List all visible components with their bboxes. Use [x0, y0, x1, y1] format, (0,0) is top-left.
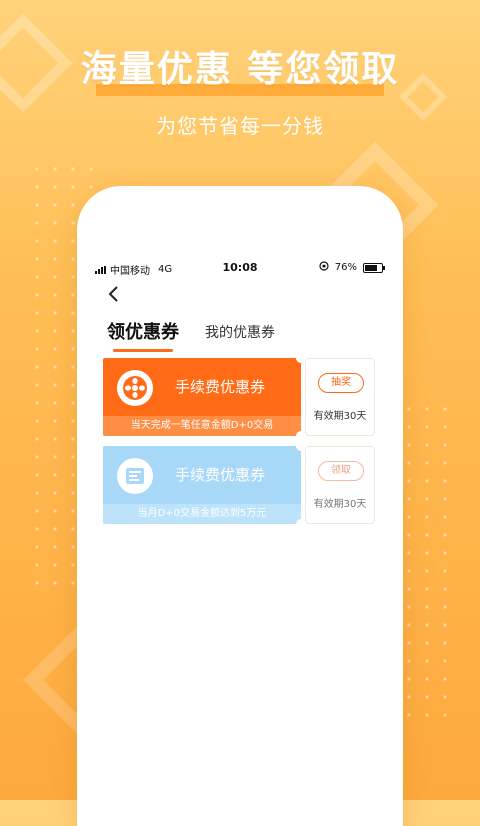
promo-headline: 海量优惠 等您领取: [80, 49, 400, 90]
battery-icon: [363, 262, 385, 273]
coupon-validity: 有效期30天: [313, 499, 367, 510]
coupon-notch: [296, 519, 301, 524]
coupon-main: 当月D+0交易金额达到5万元 手续费优惠券: [103, 446, 301, 524]
promo-subheadline: 为您节省每一分钱: [156, 114, 324, 138]
coupon-side: 抽奖 有效期30天: [305, 358, 375, 436]
draw-button[interactable]: 抽奖: [318, 373, 364, 393]
battery-fill: [365, 264, 378, 271]
claim-button[interactable]: 领取: [318, 461, 364, 481]
coupon-card: 当月D+0交易金额达到5万元 手续费优惠券 领取 有效期30天: [103, 446, 375, 524]
tab-bar: 领优惠券 我的优惠券: [107, 318, 275, 352]
status-right: 76%: [319, 261, 385, 274]
tab-my-coupons[interactable]: 我的优惠券: [205, 322, 275, 352]
coupon-condition: 当天完成一笔任意金额D+0交易: [103, 416, 301, 436]
battery-percent: 76%: [334, 262, 357, 273]
status-bar: 中国移动 4G 10:08 76%: [77, 260, 403, 278]
rotation-lock-icon: [319, 261, 329, 274]
coupon-title: 手续费优惠券: [175, 466, 266, 484]
receipt-icon: [117, 458, 153, 494]
phone-mockup: 中国移动 4G 10:08 76% 领优惠券 我的优惠券 当天完成一笔任意金额D…: [77, 186, 403, 826]
sun-wheel-icon: [117, 370, 153, 406]
coupon-main: 当天完成一笔任意金额D+0交易 手续费优惠券: [103, 358, 301, 436]
promo-headline-area: 海量优惠 等您领取: [0, 40, 480, 96]
back-button[interactable]: [107, 284, 121, 308]
coupon-side: 领取 有效期30天: [305, 446, 375, 524]
dot-pattern-right: [400, 400, 460, 730]
tab-get-coupons[interactable]: 领优惠券: [107, 318, 179, 352]
chevron-left-icon: [107, 284, 121, 308]
coupon-card: 当天完成一笔任意金额D+0交易 手续费优惠券 抽奖 有效期30天: [103, 358, 375, 436]
coupon-validity: 有效期30天: [313, 411, 367, 422]
coupon-condition: 当月D+0交易金额达到5万元: [103, 504, 301, 524]
coupon-title: 手续费优惠券: [175, 378, 266, 396]
coupon-notch: [296, 431, 301, 436]
